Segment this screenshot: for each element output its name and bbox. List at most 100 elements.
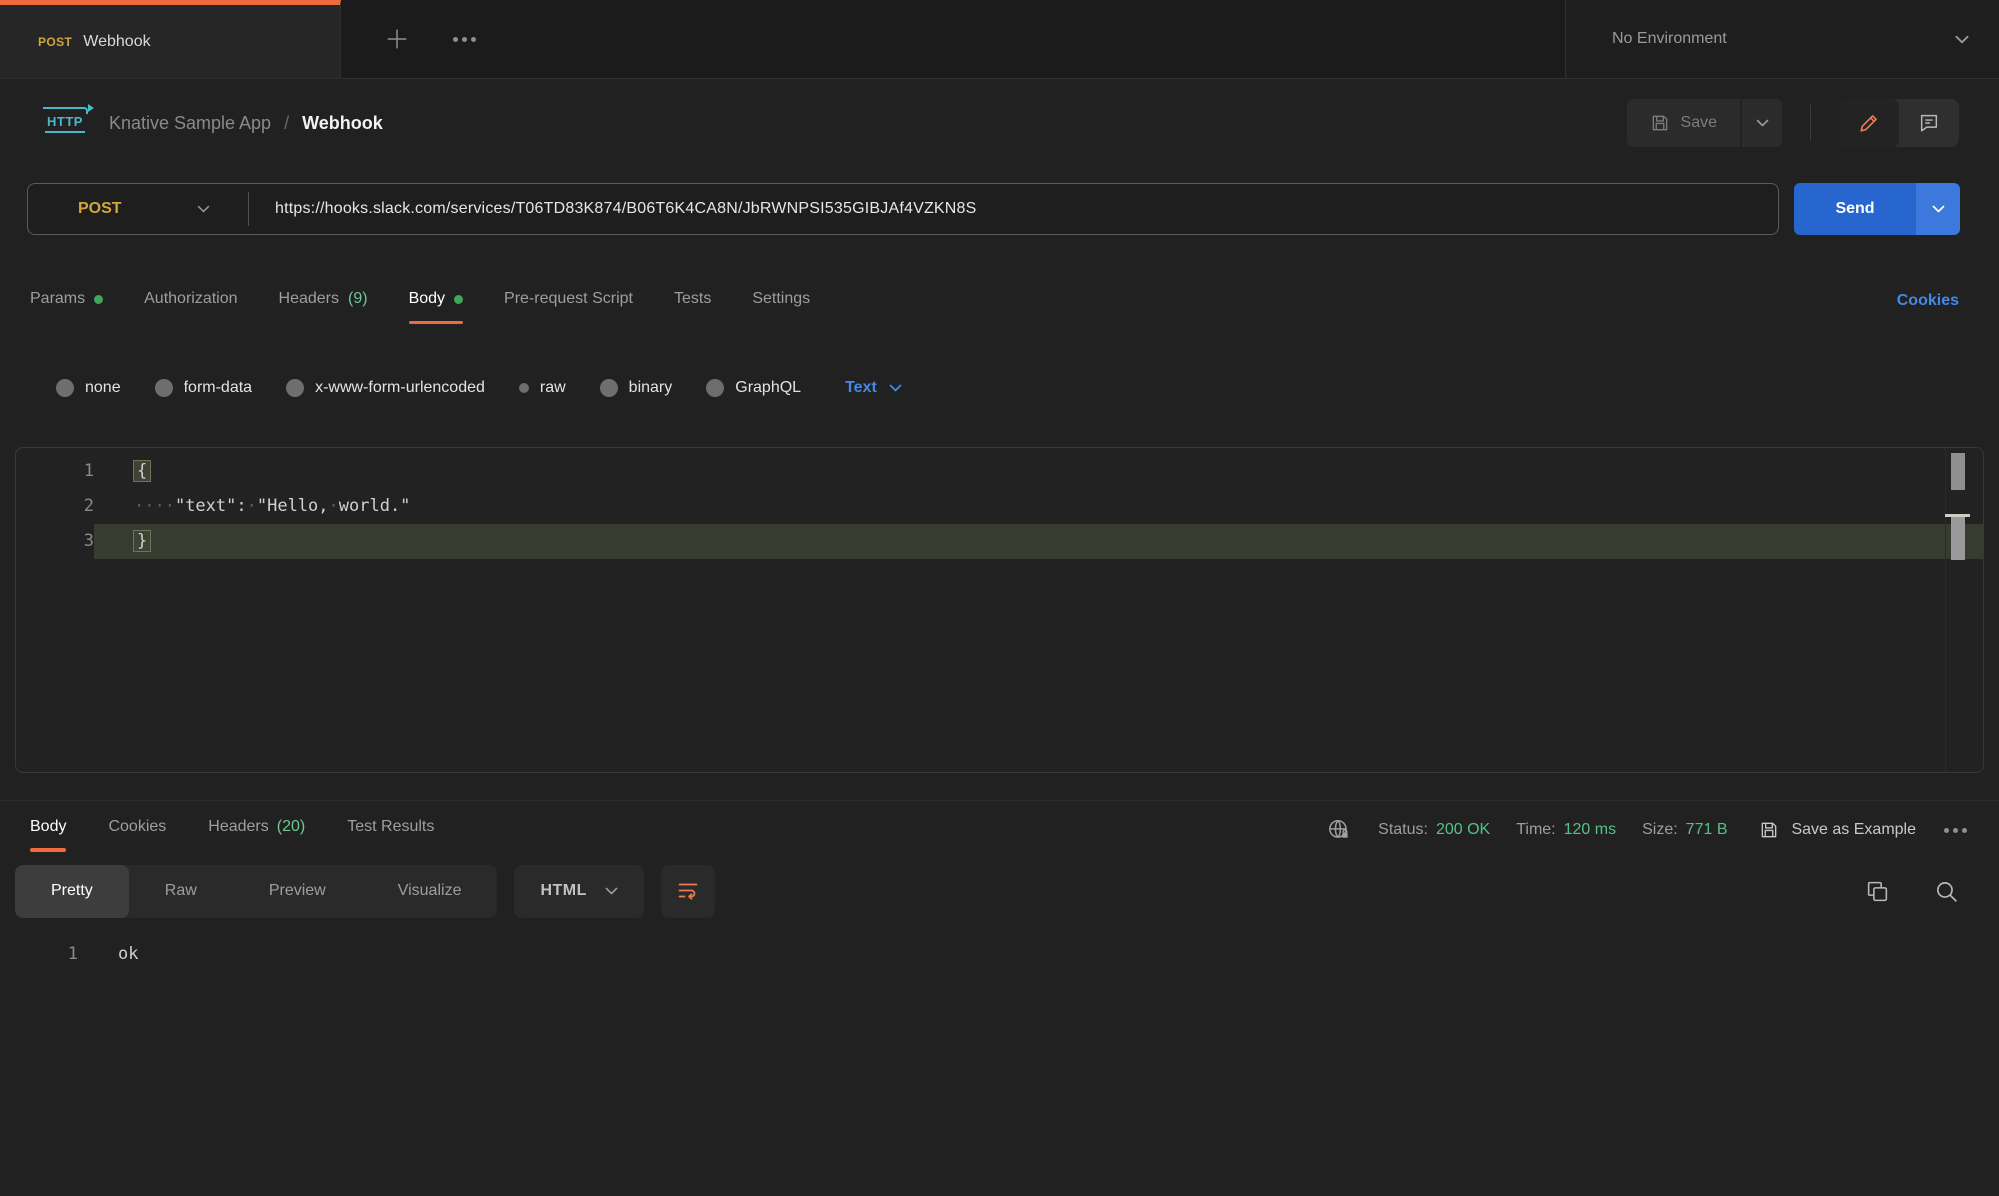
line-number: 1 (16, 454, 94, 489)
divider (1810, 105, 1811, 141)
tab-title: Webhook (83, 33, 150, 51)
view-mode-group (1839, 99, 1959, 147)
save-as-example-button[interactable]: Save as Example (1759, 820, 1916, 840)
body-type-x-www-form-urlencoded[interactable]: x-www-form-urlencoded (286, 379, 485, 397)
headers-count: (9) (348, 290, 368, 308)
tab-headers[interactable]: Headers(9) (279, 278, 368, 324)
method-selector[interactable]: POST (28, 184, 248, 234)
response-section: Body Cookies Headers(20) Test Results St… (0, 800, 1999, 969)
save-as-example-label: Save as Example (1791, 821, 1916, 839)
save-icon (1650, 113, 1670, 133)
new-tab-button[interactable] (383, 25, 411, 53)
radio-icon (56, 379, 74, 397)
size-info: Size: 771 B (1642, 821, 1727, 839)
request-header: HTTP Knative Sample App / Webhook Save (0, 79, 1999, 167)
header-actions: Save (1627, 99, 1959, 147)
radio-icon (155, 379, 173, 397)
send-split-button: Send (1794, 183, 1960, 235)
body-type-none[interactable]: none (56, 379, 121, 397)
breadcrumb-collection[interactable]: Knative Sample App (109, 113, 271, 134)
response-more-icon[interactable] (1944, 828, 1967, 833)
tab-more-icon[interactable] (453, 37, 476, 42)
send-button[interactable]: Send (1794, 183, 1916, 235)
request-tabs: Params Authorization Headers(9) Body Pre… (0, 251, 1999, 351)
body-type-graphql[interactable]: GraphQL (706, 379, 801, 397)
tab-settings[interactable]: Settings (752, 278, 810, 324)
save-button-label: Save (1681, 114, 1717, 132)
url-input[interactable]: https://hooks.slack.com/services/T06TD83… (249, 200, 977, 218)
send-options-button[interactable] (1916, 183, 1960, 235)
code-text: { (94, 454, 1983, 489)
breadcrumb-separator: / (284, 113, 289, 134)
view-raw[interactable]: Raw (129, 865, 233, 918)
line-number: 2 (16, 489, 94, 524)
comments-button[interactable] (1899, 99, 1959, 147)
format-selector[interactable]: HTML (514, 865, 643, 918)
response-toolbar: Pretty Raw Preview Visualize HTML (0, 859, 1999, 923)
tab-tests[interactable]: Tests (674, 278, 711, 324)
search-icon[interactable] (1934, 879, 1959, 904)
view-preview[interactable]: Preview (233, 865, 362, 918)
line-number: 1 (0, 939, 78, 969)
radio-icon (286, 379, 304, 397)
method-label: POST (78, 200, 122, 218)
editor-scrollbar[interactable] (1945, 448, 1970, 772)
tab-actions (341, 0, 1565, 78)
breadcrumb-request-name[interactable]: Webhook (302, 113, 383, 134)
body-type-binary[interactable]: binary (600, 379, 673, 397)
response-tab-test-results[interactable]: Test Results (347, 808, 434, 852)
raw-language-label: Text (845, 379, 877, 397)
editor-line[interactable]: 1 { (16, 454, 1983, 489)
network-info-icon[interactable] (1326, 817, 1352, 843)
response-header: Body Cookies Headers(20) Test Results St… (0, 801, 1999, 859)
line-number: 3 (16, 524, 94, 559)
tab-authorization[interactable]: Authorization (144, 278, 237, 324)
editor-line-current[interactable]: 3 } (16, 524, 1983, 559)
raw-language-selector[interactable]: Text (845, 379, 902, 397)
tab-body[interactable]: Body (409, 278, 463, 324)
save-options-button[interactable] (1742, 99, 1782, 147)
response-tab-headers[interactable]: Headers(20) (208, 808, 305, 852)
body-dot (454, 295, 463, 304)
comment-icon (1918, 112, 1940, 134)
postman-app: { "colors": { "accent_orange": "#ED6B3D"… (0, 0, 1999, 1196)
view-visualize[interactable]: Visualize (362, 865, 498, 918)
scrollbar-mark (1951, 453, 1965, 490)
tab-params[interactable]: Params (30, 278, 103, 324)
chevron-down-icon (1955, 35, 1969, 44)
save-split-button: Save (1627, 99, 1782, 147)
radio-icon (706, 379, 724, 397)
response-tab-body[interactable]: Body (30, 808, 66, 852)
body-type-form-data[interactable]: form-data (155, 379, 252, 397)
code-text: } (94, 524, 1983, 559)
radio-selected-icon (519, 383, 529, 393)
save-button[interactable]: Save (1627, 99, 1740, 147)
response-content: ok (78, 939, 138, 969)
status-info: Status: 200 OK (1378, 821, 1490, 839)
response-tools (1865, 879, 1959, 904)
copy-icon[interactable] (1865, 879, 1890, 904)
view-pretty[interactable]: Pretty (15, 865, 129, 918)
tab-method-badge: POST (38, 35, 72, 49)
cookies-link[interactable]: Cookies (1897, 292, 1959, 310)
body-type-raw[interactable]: raw (519, 379, 566, 397)
editor-line[interactable]: 2 ····"text":·"Hello,·world." (16, 489, 1983, 524)
response-body[interactable]: 1 ok (0, 923, 1999, 969)
format-label: HTML (540, 882, 586, 900)
request-tab[interactable]: POST Webhook (0, 0, 341, 78)
chevron-down-icon (197, 205, 210, 213)
radio-icon (600, 379, 618, 397)
time-value: 120 ms (1564, 821, 1616, 839)
environment-selector[interactable]: No Environment (1565, 0, 1999, 78)
tab-bar: POST Webhook No Environment (0, 0, 1999, 79)
request-body-editor[interactable]: 1 { 2 ····"text":·"Hello,·world." 3 } (15, 447, 1984, 773)
tab-pre-request-script[interactable]: Pre-request Script (504, 278, 633, 324)
params-dot (94, 295, 103, 304)
url-bar: POST https://hooks.slack.com/services/T0… (27, 183, 1779, 235)
size-label: Size: (1642, 821, 1678, 839)
response-tab-cookies[interactable]: Cookies (108, 808, 166, 852)
code-text: ····"text":·"Hello,·world." (94, 489, 1983, 524)
environment-label: No Environment (1612, 30, 1727, 48)
wrap-lines-button[interactable] (661, 865, 715, 918)
edit-mode-button[interactable] (1839, 99, 1899, 147)
